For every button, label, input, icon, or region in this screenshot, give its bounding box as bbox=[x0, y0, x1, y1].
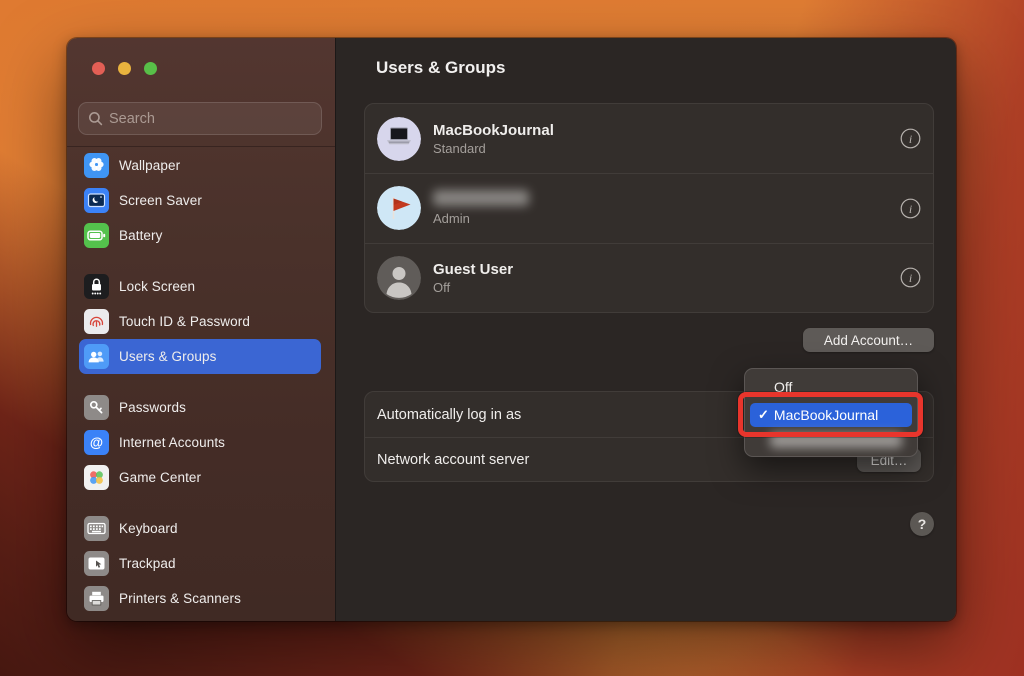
window-controls bbox=[92, 62, 157, 75]
sidebar-item-screen-saver[interactable]: Screen Saver bbox=[79, 183, 321, 218]
red-flag-avatar bbox=[377, 186, 421, 231]
sidebar-item-label: Wallpaper bbox=[119, 158, 181, 173]
sidebar-item-users-groups[interactable]: Users & Groups bbox=[79, 339, 321, 374]
sidebar-item-game-center[interactable]: Game Center bbox=[79, 460, 321, 495]
sidebar-item-internet-accounts[interactable]: @ Internet Accounts bbox=[79, 425, 321, 460]
users-list-card: MacBookJournal Standard i Admin i Guest … bbox=[364, 103, 934, 313]
wallpaper-icon bbox=[84, 153, 109, 178]
person-avatar bbox=[377, 255, 421, 300]
sidebar-item-passwords[interactable]: Passwords bbox=[79, 390, 321, 425]
battery-icon bbox=[84, 223, 109, 248]
search-placeholder: Search bbox=[109, 110, 155, 127]
printers-scanners-icon bbox=[84, 586, 109, 611]
touch-id-icon bbox=[84, 309, 109, 334]
sidebar-item-label: Game Center bbox=[119, 470, 202, 485]
sidebar-item-label: Keyboard bbox=[119, 521, 178, 536]
close-button[interactable] bbox=[92, 62, 105, 75]
sidebar-item-label: Touch ID & Password bbox=[119, 314, 250, 329]
search-input[interactable]: Search bbox=[78, 102, 322, 135]
sidebar-item-trackpad[interactable]: Trackpad bbox=[79, 546, 321, 581]
system-settings-window: Search Wallpaper Screen Saver Battery Lo… bbox=[67, 38, 956, 621]
sidebar-item-label: Lock Screen bbox=[119, 279, 196, 294]
search-icon bbox=[89, 112, 103, 126]
svg-text:i: i bbox=[909, 202, 912, 216]
network-server-label: Network account server bbox=[377, 452, 530, 468]
desktop-wallpaper: Search Wallpaper Screen Saver Battery Lo… bbox=[0, 0, 1024, 676]
sidebar-nav: Wallpaper Screen Saver Battery Lock Scre… bbox=[67, 148, 335, 621]
svg-text:i: i bbox=[909, 271, 912, 285]
info-icon[interactable]: i bbox=[900, 198, 921, 219]
menu-item-off[interactable]: Off bbox=[745, 374, 917, 400]
laptop-avatar bbox=[377, 116, 421, 161]
page-title: Users & Groups bbox=[376, 58, 506, 77]
svg-text:@: @ bbox=[90, 435, 103, 450]
add-account-button[interactable]: Add Account… bbox=[803, 328, 934, 352]
user-row-guest[interactable]: Guest User Off i bbox=[365, 242, 933, 312]
minimize-button[interactable] bbox=[118, 62, 131, 75]
menu-item-redacted[interactable] bbox=[770, 433, 902, 448]
sidebar-item-label: Battery bbox=[119, 228, 163, 243]
user-name: MacBookJournal bbox=[433, 121, 554, 139]
sidebar-item-battery[interactable]: Battery bbox=[79, 218, 321, 253]
sidebar-divider bbox=[67, 146, 335, 147]
menu-item-label: MacBookJournal bbox=[773, 407, 879, 423]
game-center-icon bbox=[84, 465, 109, 490]
screen-saver-icon bbox=[84, 188, 109, 213]
passwords-icon bbox=[84, 395, 109, 420]
lock-screen-icon bbox=[84, 274, 109, 299]
sidebar: Search Wallpaper Screen Saver Battery Lo… bbox=[67, 38, 335, 621]
svg-text:i: i bbox=[909, 132, 912, 146]
sidebar-item-label: Passwords bbox=[119, 400, 186, 415]
sidebar-item-label: Users & Groups bbox=[119, 349, 217, 364]
redacted-user-name bbox=[433, 190, 529, 207]
user-row-macbookjournal[interactable]: MacBookJournal Standard i bbox=[365, 104, 933, 173]
checkmark-icon: ✓ bbox=[758, 407, 769, 422]
user-name: Guest User bbox=[433, 260, 514, 278]
help-button[interactable]: ? bbox=[910, 512, 934, 536]
sidebar-item-wallpaper[interactable]: Wallpaper bbox=[79, 148, 321, 183]
sidebar-item-label: Trackpad bbox=[119, 556, 176, 571]
user-role: Off bbox=[433, 279, 451, 295]
user-row-admin[interactable]: Admin i bbox=[365, 173, 933, 242]
content-pane: Users & Groups MacBookJournal Standard i… bbox=[335, 38, 956, 621]
sidebar-item-printers-scanners[interactable]: Printers & Scanners bbox=[79, 581, 321, 616]
internet-accounts-icon: @ bbox=[84, 430, 109, 455]
sidebar-item-label: Screen Saver bbox=[119, 193, 202, 208]
keyboard-icon bbox=[84, 516, 109, 541]
info-icon[interactable]: i bbox=[900, 128, 921, 149]
sidebar-item-touch-id[interactable]: Touch ID & Password bbox=[79, 304, 321, 339]
sidebar-item-lock-screen[interactable]: Lock Screen bbox=[79, 269, 321, 304]
users-groups-icon bbox=[84, 344, 109, 369]
user-role: Admin bbox=[433, 211, 470, 227]
zoom-button[interactable] bbox=[144, 62, 157, 75]
sidebar-item-keyboard[interactable]: Keyboard bbox=[79, 511, 321, 546]
auto-login-label: Automatically log in as bbox=[377, 406, 522, 423]
auto-login-dropdown-menu: Off ✓ MacBookJournal bbox=[744, 368, 918, 457]
trackpad-icon bbox=[84, 551, 109, 576]
sidebar-item-label: Internet Accounts bbox=[119, 435, 226, 450]
info-icon[interactable]: i bbox=[900, 267, 921, 288]
user-role: Standard bbox=[433, 140, 486, 156]
sidebar-item-label: Printers & Scanners bbox=[119, 591, 241, 606]
menu-item-macbookjournal[interactable]: ✓ MacBookJournal bbox=[750, 403, 912, 427]
